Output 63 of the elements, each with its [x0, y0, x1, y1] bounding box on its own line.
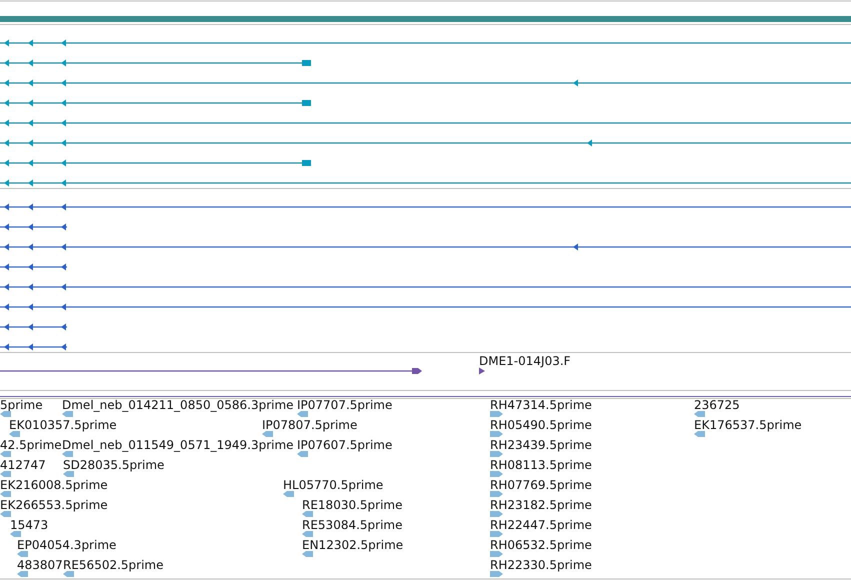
est-label: EN12302.5prime	[302, 538, 404, 552]
est-label: EK216008.5prime	[0, 478, 108, 492]
est-glyph-icon	[63, 571, 74, 577]
est-label: RH05490.5prime	[490, 418, 592, 432]
est-label: Dmel_neb_011549_0571_1949.3prime	[62, 438, 294, 452]
est-label: EK266553.5prime	[0, 498, 108, 512]
est-label: IP07707.5prime	[297, 398, 392, 412]
est-glyph-icon	[302, 511, 313, 517]
est-glyph-icon	[10, 531, 21, 537]
est-label: RH07769.5prime	[490, 478, 592, 492]
est-glyph-icon	[490, 411, 503, 417]
est-glyph-icon	[9, 431, 20, 437]
est-glyph-icon	[694, 431, 705, 437]
est-glyph-icon	[297, 411, 308, 417]
est-label: 483807	[17, 558, 63, 572]
est-label: EK176537.5prime	[694, 418, 802, 432]
est-glyph-icon	[0, 511, 11, 517]
est-glyph-icon	[490, 431, 503, 437]
est-glyph-icon	[694, 411, 705, 417]
est-label: EK010357.5prime	[9, 418, 117, 432]
est-label: RH06532.5prime	[490, 538, 592, 552]
est-label: 5prime	[0, 398, 43, 412]
est-label: Dmel_neb_014211_0850_0586.3prime	[62, 398, 294, 412]
est-glyph-icon	[62, 411, 73, 417]
est-label: RH08113.5prime	[490, 458, 592, 472]
est-glyph-icon	[0, 491, 11, 497]
est-label: 42.5prime	[0, 438, 62, 452]
est-glyph-icon	[0, 451, 11, 457]
est-label: SD28035.5prime	[63, 458, 164, 472]
est-glyph-icon	[0, 471, 11, 477]
est-glyph-icon	[262, 431, 273, 437]
est-glyph-icon	[302, 531, 313, 537]
est-label: EP04054.3prime	[17, 538, 116, 552]
est-label: RH23439.5prime	[490, 438, 592, 452]
est-glyph-icon	[490, 551, 503, 557]
est-glyph-icon	[63, 471, 74, 477]
est-glyph-icon	[490, 471, 503, 477]
est-glyph-icon	[302, 551, 313, 557]
est-glyph-icon	[490, 571, 503, 577]
est-label: RH47314.5prime	[490, 398, 592, 412]
est-glyph-icon	[490, 531, 503, 537]
est-glyph-icon	[297, 451, 308, 457]
est-glyph-icon	[490, 451, 503, 457]
est-glyph-icon	[490, 491, 503, 497]
est-glyph-icon	[62, 451, 73, 457]
est-glyph-icon	[17, 551, 28, 557]
est-label: 236725	[694, 398, 740, 412]
clone-label: DME1-014J03.F	[479, 354, 571, 368]
est-label: RH22447.5prime	[490, 518, 592, 532]
est-label: RE53084.5prime	[302, 518, 402, 532]
est-glyph-icon	[490, 511, 503, 517]
est-label: RH23182.5prime	[490, 498, 592, 512]
est-label: 412747	[0, 458, 46, 472]
est-label: RE56502.5prime	[63, 558, 164, 572]
est-label: RE18030.5prime	[302, 498, 402, 512]
est-label: IP07607.5prime	[297, 438, 392, 452]
est-glyph-icon	[0, 411, 11, 417]
est-glyph-icon	[17, 571, 28, 577]
est-label: 15473	[10, 518, 48, 532]
est-label: IP07807.5prime	[262, 418, 358, 432]
est-label: HL05770.5prime	[283, 478, 384, 492]
est-label: RH22330.5prime	[490, 558, 592, 572]
est-glyph-icon	[283, 491, 294, 497]
